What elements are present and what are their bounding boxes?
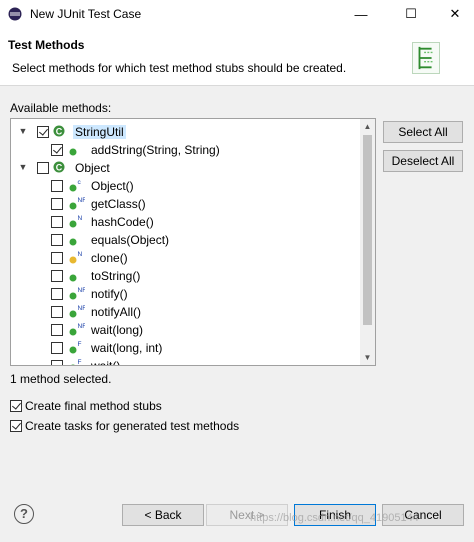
tree-method-row[interactable]: toString()	[11, 267, 361, 285]
tree-item-label[interactable]: StringUtil	[73, 125, 126, 139]
tree-item-label[interactable]: wait()	[91, 359, 120, 365]
watermark: https://blog.csdn.net/qq_41905144	[250, 512, 419, 524]
tree-item-label[interactable]: wait(long)	[91, 323, 143, 337]
tree-class-row[interactable]: ▼ C StringUtil	[11, 123, 361, 141]
method-checkbox[interactable]	[37, 126, 49, 138]
class-icon: C	[53, 161, 65, 173]
tree-method-row[interactable]: c Object()	[11, 177, 361, 195]
tree-item-label[interactable]: equals(Object)	[91, 233, 169, 247]
final-stubs-checkbox[interactable]	[10, 400, 22, 412]
expand-chevron-icon[interactable]: ▼	[17, 125, 29, 137]
modifier-overlay: N	[78, 215, 83, 222]
tree-method-row[interactable]: Fwait(long, int)	[11, 339, 361, 357]
eclipse-app-icon	[8, 7, 22, 21]
create-tasks-checkbox[interactable]	[10, 420, 22, 432]
method-checkbox[interactable]	[51, 252, 63, 264]
method-public-icon	[69, 148, 77, 156]
method-checkbox[interactable]	[51, 198, 63, 210]
tree-method-row[interactable]: NF notifyAll()	[11, 303, 361, 321]
tree-class-row[interactable]: ▼ C Object	[11, 159, 361, 177]
tree-item-label[interactable]: hashCode()	[91, 215, 154, 229]
modifier-overlay: NF	[78, 287, 86, 294]
method-checkbox[interactable]	[51, 216, 63, 228]
tree-item-label[interactable]: Object()	[91, 179, 134, 193]
method-protected-icon: N	[69, 251, 83, 264]
method-checkbox[interactable]	[51, 306, 63, 318]
method-public-icon: NF	[69, 197, 86, 210]
modifier-overlay: c	[78, 179, 82, 186]
scroll-thumb[interactable]	[363, 135, 372, 325]
method-public-icon: F	[71, 359, 82, 366]
method-checkbox[interactable]	[37, 162, 49, 174]
svg-text:C: C	[56, 127, 63, 137]
selection-status: 1 method selected.	[10, 372, 112, 386]
modifier-overlay: NF	[78, 305, 86, 312]
method-public-icon: N	[69, 215, 83, 228]
method-checkbox[interactable]	[51, 270, 63, 282]
tree-method-row[interactable]: Nclone()	[11, 249, 361, 267]
tree-method-row[interactable]: NhashCode()	[11, 213, 361, 231]
tree-method-row[interactable]: NF wait(long)	[11, 321, 361, 339]
back-button[interactable]: < Back	[122, 504, 204, 526]
scroll-up-icon[interactable]: ▲	[360, 119, 375, 134]
help-icon[interactable]: ?	[14, 504, 34, 524]
tree-item-label[interactable]: getClass()	[91, 197, 146, 211]
tree-item-label[interactable]: toString()	[91, 269, 140, 283]
select-all-button[interactable]: Select All	[383, 121, 463, 143]
method-public-icon: c	[69, 179, 82, 192]
tree-method-row[interactable]: Fwait()	[11, 357, 361, 366]
title-bar: New JUnit Test Case — ☐ ✕	[0, 0, 474, 28]
method-checkbox[interactable]	[51, 342, 63, 354]
method-public-icon	[69, 238, 77, 246]
method-public-icon	[69, 274, 77, 282]
tree-item-label[interactable]: notifyAll()	[91, 305, 141, 319]
expand-chevron-icon[interactable]: ▼	[17, 161, 29, 173]
tree-item-label[interactable]: clone()	[91, 251, 128, 265]
tree-item-label[interactable]: wait(long, int)	[91, 341, 162, 355]
modifier-overlay: N	[78, 251, 83, 258]
class-icon: C	[53, 125, 65, 137]
page-description: Select methods for which test method stu…	[12, 61, 347, 75]
tree-vertical-scrollbar[interactable]: ▲ ▼	[360, 119, 375, 365]
tree-item-label[interactable]: Object	[75, 161, 110, 175]
tree-method-row[interactable]: equals(Object)	[11, 231, 361, 249]
method-checkbox[interactable]	[51, 360, 63, 365]
method-checkbox[interactable]	[51, 144, 63, 156]
tree-method-row[interactable]: addString(String, String)	[11, 141, 361, 159]
method-checkbox[interactable]	[51, 180, 63, 192]
modifier-overlay: NF	[78, 323, 86, 330]
methods-tree[interactable]: ▼ C StringUtil addString(String, String) ▼ C O…	[10, 118, 376, 366]
modifier-overlay: F	[78, 359, 82, 366]
method-checkbox[interactable]	[51, 234, 63, 246]
create-tasks-label[interactable]: Create tasks for generated test methods	[25, 419, 239, 433]
method-checkbox[interactable]	[51, 288, 63, 300]
tree-item-label[interactable]: addString(String, String)	[91, 143, 220, 157]
wizard-header: Test Methods Select methods for which te…	[0, 28, 474, 86]
method-public-icon: NF	[69, 287, 86, 300]
page-title: Test Methods	[8, 38, 85, 52]
modifier-overlay: NF	[78, 197, 86, 204]
svg-text:C: C	[56, 163, 63, 173]
minimize-button[interactable]: —	[338, 0, 384, 28]
final-stubs-label[interactable]: Create final method stubs	[25, 399, 162, 413]
junit-wizard-icon	[412, 42, 440, 74]
scroll-down-icon[interactable]: ▼	[360, 350, 375, 365]
method-checkbox[interactable]	[51, 324, 63, 336]
modifier-overlay: F	[78, 341, 82, 348]
method-public-icon: F	[69, 341, 82, 354]
tree-item-label[interactable]: notify()	[91, 287, 128, 301]
window-title: New JUnit Test Case	[30, 7, 142, 21]
maximize-button[interactable]: ☐	[388, 0, 434, 28]
close-button[interactable]: ✕	[432, 0, 474, 28]
method-public-icon: NF	[69, 305, 86, 318]
tree-method-row[interactable]: NF getClass()	[11, 195, 361, 213]
tree-method-row[interactable]: NF notify()	[11, 285, 361, 303]
method-public-icon: NF	[69, 323, 86, 336]
available-methods-label: Available methods:	[10, 101, 112, 115]
deselect-all-button[interactable]: Deselect All	[383, 150, 463, 172]
